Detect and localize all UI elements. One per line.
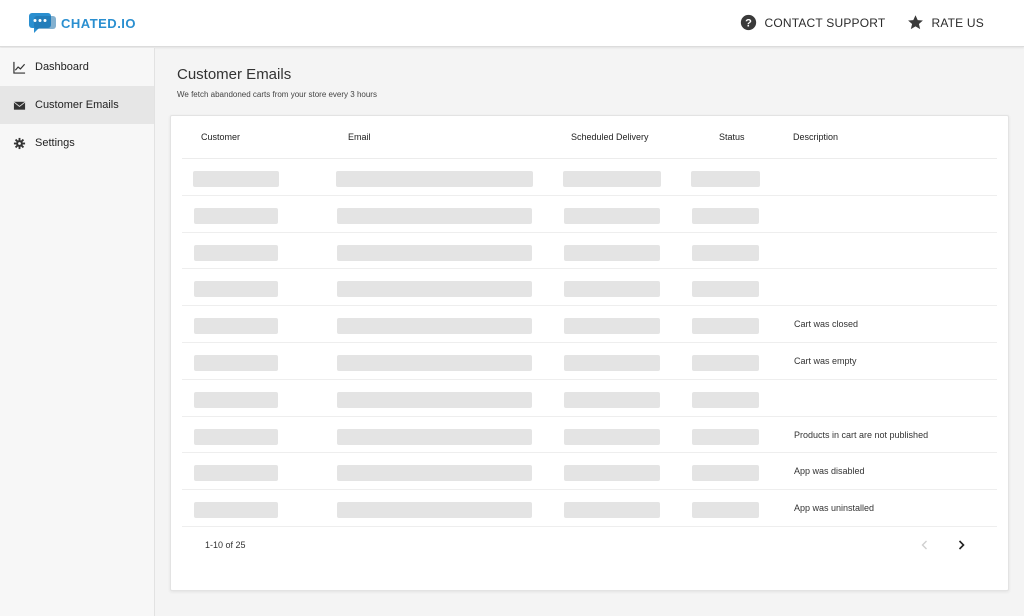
table-row[interactable]: App was disabled: [182, 453, 997, 491]
sidebar-item-settings[interactable]: Settings: [0, 124, 154, 162]
delivery-placeholder: [564, 428, 660, 445]
delivery-placeholder: [563, 171, 661, 187]
customer-placeholder: [194, 318, 278, 335]
help-circle-icon: ?: [741, 14, 757, 31]
sidebar-item-dashboard[interactable]: Dashboard: [0, 48, 154, 86]
table-row[interactable]: App was uninstalled: [182, 490, 997, 527]
email-placeholder: [336, 171, 533, 187]
chart-line-icon: [13, 61, 26, 74]
rate-us-label: RATE US: [931, 15, 984, 30]
email-placeholder: [337, 281, 532, 298]
email-placeholder: [337, 244, 532, 261]
sidebar: Dashboard Customer Emails Settings: [0, 48, 155, 616]
status-placeholder: [692, 244, 759, 261]
email-placeholder: [337, 354, 532, 371]
sidebar-item-customer-emails[interactable]: Customer Emails: [0, 86, 154, 124]
delivery-placeholder: [564, 281, 660, 298]
description-cell: App was uninstalled: [794, 503, 875, 514]
description-cell: Cart was closed: [794, 319, 859, 330]
sidebar-item-label: Dashboard: [35, 61, 89, 73]
status-placeholder: [692, 428, 759, 445]
delivery-placeholder: [564, 354, 660, 371]
description-cell: Cart was empty: [794, 355, 857, 366]
main-content: Customer Emails We fetch abandoned carts…: [155, 48, 1024, 616]
delivery-placeholder: [564, 465, 660, 482]
table-row[interactable]: [182, 159, 997, 196]
sidebar-item-label: Settings: [35, 137, 75, 149]
column-header-scheduled-delivery[interactable]: Scheduled Delivery: [571, 132, 649, 142]
customer-placeholder: [194, 354, 278, 371]
table-row[interactable]: [182, 196, 997, 233]
page-subtitle: We fetch abandoned carts from your store…: [177, 90, 377, 99]
description-cell: Products in cart are not published: [794, 429, 929, 440]
description-cell: App was disabled: [794, 466, 865, 477]
status-placeholder: [692, 354, 759, 371]
pagination-summary: 1-10 of 25: [205, 540, 246, 550]
email-placeholder: [337, 465, 532, 482]
gear-icon: [13, 137, 26, 149]
table-row[interactable]: Products in cart are not published: [182, 417, 997, 454]
customer-placeholder: [194, 502, 278, 519]
table-row[interactable]: Cart was closed: [182, 306, 997, 343]
delivery-placeholder: [564, 207, 660, 224]
delivery-placeholder: [564, 391, 660, 408]
status-placeholder: [692, 502, 759, 519]
column-header-customer[interactable]: Customer: [201, 132, 240, 142]
customer-placeholder: [194, 428, 278, 445]
header-actions: ? CONTACT SUPPORT RATE US: [718, 14, 984, 31]
svg-text:?: ?: [746, 17, 753, 29]
customer-placeholder: [194, 244, 278, 261]
column-header-description[interactable]: Description: [793, 132, 838, 142]
chevron-left-icon[interactable]: [919, 539, 931, 551]
email-placeholder: [337, 318, 532, 335]
customer-placeholder: [194, 207, 278, 224]
emails-table: Customer Email Scheduled Delivery Status…: [182, 116, 997, 527]
table-row[interactable]: Cart was empty: [182, 343, 997, 380]
customer-placeholder: [194, 391, 278, 408]
top-bar: CHATED.IO ? CONTACT SUPPORT RATE US: [0, 0, 1024, 47]
table-row[interactable]: [182, 269, 997, 307]
email-placeholder: [337, 502, 532, 519]
email-placeholder: [337, 391, 532, 408]
delivery-placeholder: [564, 244, 660, 261]
chevron-right-icon[interactable]: [955, 539, 967, 551]
page-title: Customer Emails: [177, 66, 292, 83]
chat-bubble-logo-icon: [29, 13, 56, 33]
contact-support-button[interactable]: ? CONTACT SUPPORT: [740, 14, 885, 31]
envelope-icon: [13, 101, 26, 110]
customer-placeholder: [193, 171, 279, 187]
column-header-status[interactable]: Status: [719, 132, 745, 142]
customer-placeholder: [194, 281, 278, 298]
table-row[interactable]: [182, 380, 997, 417]
table-header: Customer Email Scheduled Delivery Status…: [182, 116, 997, 159]
customer-placeholder: [194, 465, 278, 482]
sidebar-item-label: Customer Emails: [35, 99, 119, 111]
status-placeholder: [692, 465, 759, 482]
brand-logo[interactable]: CHATED.IO: [28, 12, 136, 34]
emails-table-card: Customer Email Scheduled Delivery Status…: [170, 115, 1009, 591]
column-header-email[interactable]: Email: [348, 132, 371, 142]
email-placeholder: [337, 428, 532, 445]
status-placeholder: [692, 391, 759, 408]
delivery-placeholder: [564, 502, 660, 519]
brand-name: CHATED.IO: [61, 15, 137, 31]
status-placeholder: [692, 207, 759, 224]
rate-us-button[interactable]: RATE US: [907, 14, 984, 31]
status-placeholder: [692, 281, 759, 298]
email-placeholder: [337, 207, 532, 224]
status-placeholder: [692, 318, 759, 335]
star-icon: [908, 15, 924, 30]
contact-support-label: CONTACT SUPPORT: [764, 15, 886, 30]
status-placeholder: [691, 171, 760, 187]
delivery-placeholder: [564, 318, 660, 335]
table-row[interactable]: [182, 233, 997, 270]
